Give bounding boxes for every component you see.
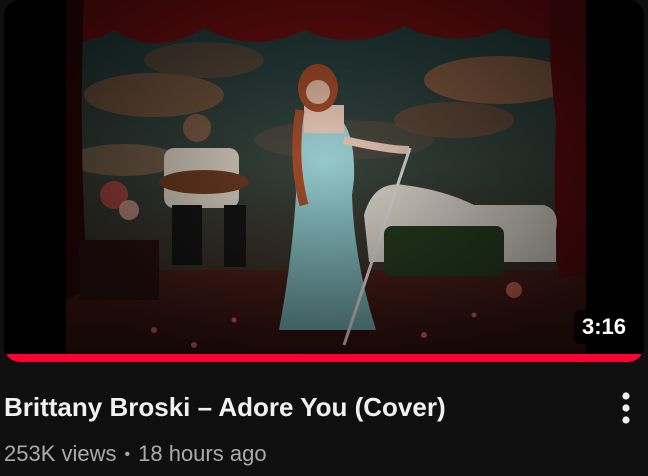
published-time: 18 hours ago <box>138 441 267 466</box>
meta-separator: • <box>124 446 131 463</box>
video-card[interactable]: 3:16 Brittany Broski – Adore You (Cover)… <box>0 0 648 476</box>
video-title[interactable]: Brittany Broski – Adore You (Cover) <box>4 390 584 424</box>
video-metadata: 253K views • 18 hours ago <box>4 438 267 471</box>
video-duration-badge: 3:16 <box>573 310 634 344</box>
more-actions-button[interactable] <box>606 386 646 430</box>
more-vertical-icon <box>622 392 630 424</box>
thumbnail-image <box>4 0 644 362</box>
watch-progress-fill <box>4 354 644 362</box>
video-thumbnail[interactable]: 3:16 <box>4 0 644 362</box>
watch-progress-bar <box>4 354 644 362</box>
view-count: 253K views <box>4 441 117 466</box>
